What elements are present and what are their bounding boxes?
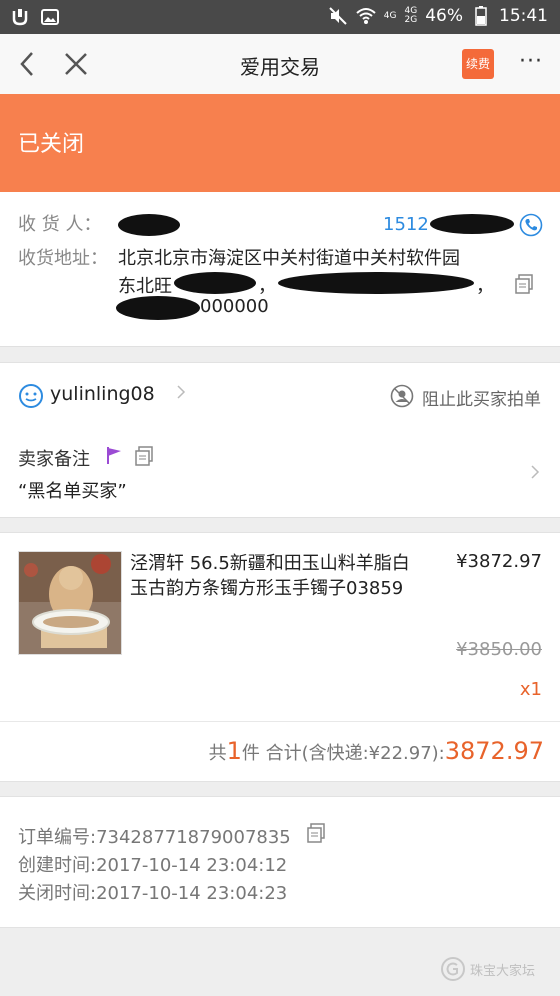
buyer-row[interactable]: yulinling08 阻止此买家拍单 — [0, 362, 560, 430]
redaction-mark — [118, 214, 180, 236]
copy-icon[interactable] — [134, 446, 154, 470]
total-count: 1 — [226, 737, 242, 765]
shipping-address-section: 收 货 人： 1512 收货地址： 北京北京市海淀区中关村街道中关村软件园 东北… — [0, 192, 560, 347]
product-quantity: x1 — [519, 679, 542, 700]
address-comma: ， — [476, 276, 494, 297]
renew-button[interactable]: 续费 — [462, 49, 494, 79]
recipient-phone[interactable]: 1512 — [383, 214, 429, 235]
battery-icon — [471, 6, 491, 26]
order-total-line: 共1件 合计(含快递:¥22.97):3872.97 — [209, 737, 544, 765]
watermark: 珠宝大家坛 — [440, 956, 535, 982]
seller-remark-section[interactable]: 卖家备注 “黑名单买家” — [0, 429, 560, 518]
total-suffix: 件 合计(含快递:¥22.97): — [241, 743, 445, 764]
gallery-icon — [40, 7, 60, 27]
address-comma: ， — [258, 276, 276, 297]
total-amount: 3872.97 — [444, 737, 544, 765]
mute-icon — [328, 6, 348, 26]
flag-icon — [104, 445, 124, 469]
watermark-text: 珠宝大家坛 — [470, 963, 536, 979]
address-label: 收货地址： — [18, 248, 108, 269]
buyer-chat-icon — [18, 383, 44, 413]
seller-remark-label: 卖家备注 — [18, 449, 90, 470]
closed-time: 关闭时间:2017-10-14 23:04:23 — [18, 883, 288, 904]
total-prefix: 共 — [208, 743, 227, 764]
redaction-mark — [430, 214, 514, 234]
wifi-icon — [356, 6, 376, 26]
order-status-banner: 已关闭 — [0, 94, 560, 192]
more-menu-button[interactable]: ··· — [516, 51, 546, 76]
battery-percent: 46% — [425, 6, 463, 26]
seller-remark-text: “黑名单买家” — [18, 481, 127, 502]
product-card[interactable]: 泾渭轩 56.5新疆和田玉山料羊脂白玉古韵方条镯方形玉手镯子03859 ¥387… — [0, 532, 560, 782]
nav-bar: 爱用交易 续费 ··· — [0, 34, 560, 95]
copy-icon[interactable] — [514, 274, 534, 298]
redaction-mark — [278, 272, 474, 294]
address-line-3-suffix: 000000 — [200, 296, 269, 317]
watermark-logo-icon — [441, 957, 465, 981]
chevron-right-icon — [176, 384, 186, 404]
recipient-label: 收 货 人： — [18, 214, 102, 235]
network-type: 4G — [383, 10, 397, 21]
order-status: 已关闭 — [18, 132, 85, 157]
address-line-2-prefix: 东北旺 — [118, 276, 172, 297]
redaction-mark — [174, 272, 256, 294]
address-line-1: 北京北京市海淀区中关村街道中关村软件园 — [118, 248, 460, 269]
status-bar: 4G 4G 2G 46% 15:41 — [0, 0, 560, 34]
original-price: ¥3850.00 — [456, 639, 542, 660]
redaction-mark — [116, 296, 200, 320]
product-image[interactable] — [18, 551, 122, 655]
product-title[interactable]: 泾渭轩 56.5新疆和田玉山料羊脂白玉古韵方条镯方形玉手镯子03859 — [130, 551, 420, 601]
order-info-section: 订单编号:73428771879007835 创建时间:2017-10-14 2… — [0, 796, 560, 928]
created-time: 创建时间:2017-10-14 23:04:12 — [18, 855, 288, 876]
network-type-2: 4G 2G — [404, 6, 418, 25]
block-user-icon[interactable] — [390, 384, 414, 412]
divider — [0, 721, 560, 722]
chevron-right-icon — [530, 464, 540, 484]
order-number: 订单编号:73428771879007835 — [18, 827, 291, 848]
notification-app-icon — [10, 7, 30, 27]
product-price: ¥3872.97 — [456, 551, 542, 572]
block-buyer-button[interactable]: 阻止此买家拍单 — [422, 385, 541, 410]
buyer-name[interactable]: yulinling08 — [50, 383, 155, 405]
phone-icon[interactable] — [519, 213, 543, 241]
copy-icon[interactable] — [306, 823, 326, 847]
clock: 15:41 — [499, 6, 548, 26]
